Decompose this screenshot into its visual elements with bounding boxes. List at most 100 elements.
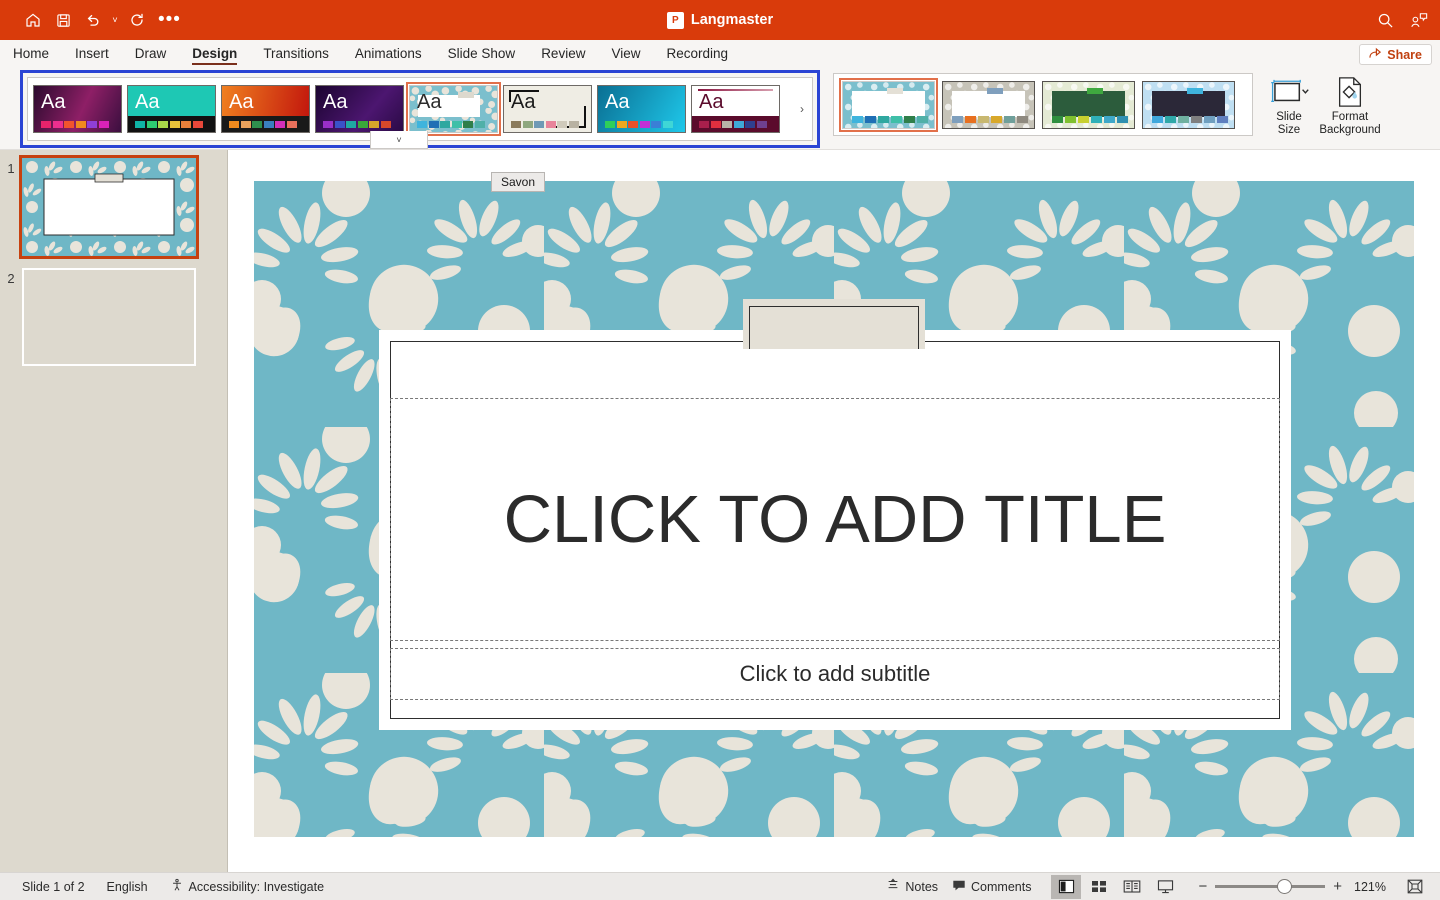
variant-swatch <box>1152 115 1163 123</box>
theme-savon[interactable]: Aa <box>406 82 501 136</box>
comments-icon <box>952 879 966 895</box>
variant-swatch <box>852 115 863 123</box>
redo-icon[interactable] <box>122 6 152 34</box>
view-slide-sorter[interactable] <box>1084 875 1114 899</box>
tab-animations[interactable]: Animations <box>342 40 435 67</box>
tab-view[interactable]: View <box>598 40 653 67</box>
document-title: Langmaster <box>690 12 774 28</box>
status-bar: Slide 1 of 2 English Accessibility: Inve… <box>0 872 1440 900</box>
theme-swatch <box>146 121 157 128</box>
title-placeholder[interactable]: CLICK TO ADD TITLE <box>390 398 1280 641</box>
variant-swatch <box>965 115 976 123</box>
theme-orange-ion[interactable]: Aa <box>221 85 310 133</box>
theme-sample-text: Aa <box>41 91 66 113</box>
variant-green[interactable] <box>1042 80 1135 129</box>
theme-purple-gallery[interactable]: Aa <box>315 85 404 133</box>
save-icon[interactable] <box>48 6 78 34</box>
tab-slide-show[interactable]: Slide Show <box>435 40 529 67</box>
variant-swatch <box>1091 115 1102 123</box>
theme-swatch <box>158 121 168 128</box>
theme-tooltip: Savon <box>491 172 546 192</box>
slide-thumbnail-2-image[interactable] <box>22 268 196 366</box>
undo-icon[interactable] <box>78 6 108 34</box>
accessibility-status[interactable]: Accessibility: Investigate <box>170 878 324 895</box>
themes-more-button[interactable]: ˅ <box>370 131 428 149</box>
slide-thumbnail-1[interactable]: 1 <box>0 155 199 259</box>
language-indicator[interactable]: English <box>107 880 148 894</box>
title-placeholder-text: CLICK TO ADD TITLE <box>503 482 1167 557</box>
theme-swatch <box>722 121 732 128</box>
search-icon[interactable] <box>1377 12 1394 29</box>
zoom-in-button[interactable]: + <box>1333 878 1342 895</box>
variant-tab <box>1087 87 1103 94</box>
undo-dropdown-caret[interactable]: ˅ <box>108 6 122 34</box>
theme-swatch <box>639 121 650 128</box>
fit-to-window-button[interactable] <box>1400 875 1430 899</box>
view-slide-show[interactable] <box>1150 875 1180 899</box>
theme-teal-facet[interactable]: Aa <box>127 85 216 133</box>
theme-maroon-wisp[interactable]: Aa <box>691 85 780 133</box>
variant-navy[interactable] <box>1142 80 1235 129</box>
slide-thumbnail-1-image[interactable] <box>19 155 199 259</box>
zoom-level[interactable]: 121% <box>1350 880 1386 894</box>
theme-swatch <box>474 121 485 128</box>
variant-swatch <box>952 115 963 123</box>
theme-swatches <box>605 121 673 128</box>
variant-tab <box>887 87 903 94</box>
variant-swatch <box>1191 115 1202 123</box>
view-normal[interactable] <box>1051 874 1082 899</box>
notes-button[interactable]: Notes <box>886 878 938 895</box>
variant-swatch <box>891 115 902 123</box>
slide-counter[interactable]: Slide 1 of 2 <box>22 880 85 894</box>
slide-size-icon <box>1268 73 1310 111</box>
collaborators-icon[interactable] <box>1410 12 1428 29</box>
variant-teal[interactable] <box>839 77 938 132</box>
zoom-control: − + 121% <box>1198 878 1386 895</box>
comments-button[interactable]: Comments <box>952 879 1031 895</box>
tab-insert[interactable]: Insert <box>62 40 122 67</box>
zoom-slider[interactable] <box>1215 879 1326 894</box>
view-reading[interactable] <box>1117 875 1147 899</box>
tab-recording[interactable]: Recording <box>653 40 741 67</box>
slide-thumbnail-2[interactable]: 2 <box>0 268 196 366</box>
theme-swatches <box>417 121 485 128</box>
slide-canvas-area: CLICK TO ADD TITLE Click to add subtitle <box>228 150 1440 872</box>
home-icon[interactable] <box>18 6 48 34</box>
more-options-icon[interactable]: ••• <box>152 10 187 29</box>
theme-swatch <box>557 121 567 128</box>
zoom-out-button[interactable]: − <box>1198 878 1207 895</box>
theme-cyan-vapor[interactable]: Aa <box>597 85 686 133</box>
theme-quotable[interactable]: Aa <box>503 85 592 133</box>
tab-review[interactable]: Review <box>528 40 598 67</box>
theme-swatch <box>369 121 379 128</box>
slide-size-button[interactable]: Slide Size <box>1262 73 1316 141</box>
tab-home[interactable]: Home <box>0 40 62 67</box>
tab-transitions[interactable]: Transitions <box>250 40 342 67</box>
variant-swatch <box>978 115 989 123</box>
theme-swatch <box>240 121 251 128</box>
theme-swatch <box>229 121 239 128</box>
variant-swatch <box>865 115 876 123</box>
theme-swatch <box>616 121 627 128</box>
quick-access-toolbar: ˅ ••• <box>0 6 187 34</box>
tab-draw[interactable]: Draw <box>122 40 180 67</box>
tab-design[interactable]: Design <box>179 40 250 67</box>
themes-next-arrow-icon[interactable]: › <box>792 78 812 140</box>
window-title-area: P Langmaster <box>0 0 1440 40</box>
variant-swatch <box>1204 115 1215 123</box>
status-bar-right: Notes Comments − + 121% <box>886 874 1430 899</box>
theme-swatch <box>87 121 97 128</box>
variant-gray[interactable] <box>942 80 1035 129</box>
title-bar: ˅ ••• P Langmaster <box>0 0 1440 40</box>
share-button[interactable]: Share <box>1359 44 1432 65</box>
theme-swatch <box>745 121 755 128</box>
slide-number-2: 2 <box>7 271 15 286</box>
zoom-slider-handle[interactable] <box>1277 879 1293 894</box>
current-slide[interactable]: CLICK TO ADD TITLE Click to add subtitle <box>254 181 1414 837</box>
format-background-button[interactable]: Format Background <box>1314 73 1386 141</box>
status-bar-left: Slide 1 of 2 English Accessibility: Inve… <box>0 878 324 895</box>
theme-swatch <box>263 121 274 128</box>
theme-berry[interactable]: Aa <box>33 85 122 133</box>
subtitle-placeholder[interactable]: Click to add subtitle <box>390 648 1280 700</box>
variants-gallery[interactable] <box>833 73 1253 136</box>
